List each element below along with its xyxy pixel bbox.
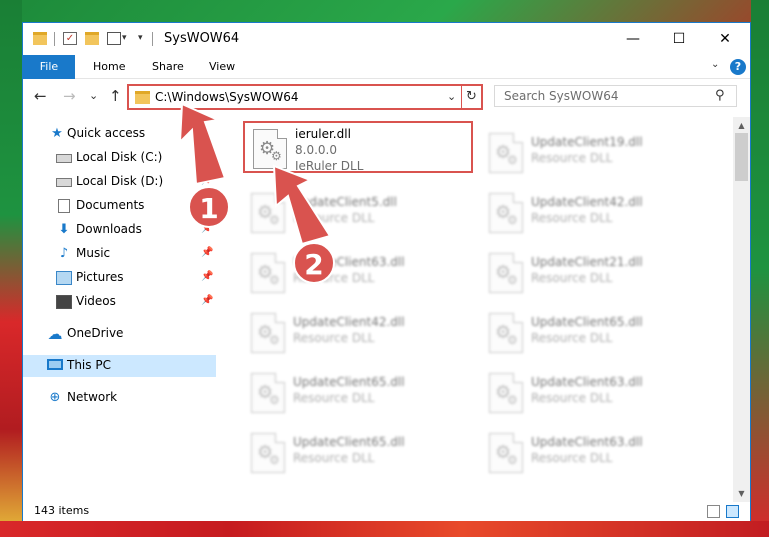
step-1-badge: 1 <box>188 186 230 228</box>
annotation-arrows <box>178 102 332 246</box>
step-2-badge: 2 <box>293 242 335 284</box>
arrow-2-icon <box>272 164 332 246</box>
arrow-1-icon <box>178 102 227 186</box>
